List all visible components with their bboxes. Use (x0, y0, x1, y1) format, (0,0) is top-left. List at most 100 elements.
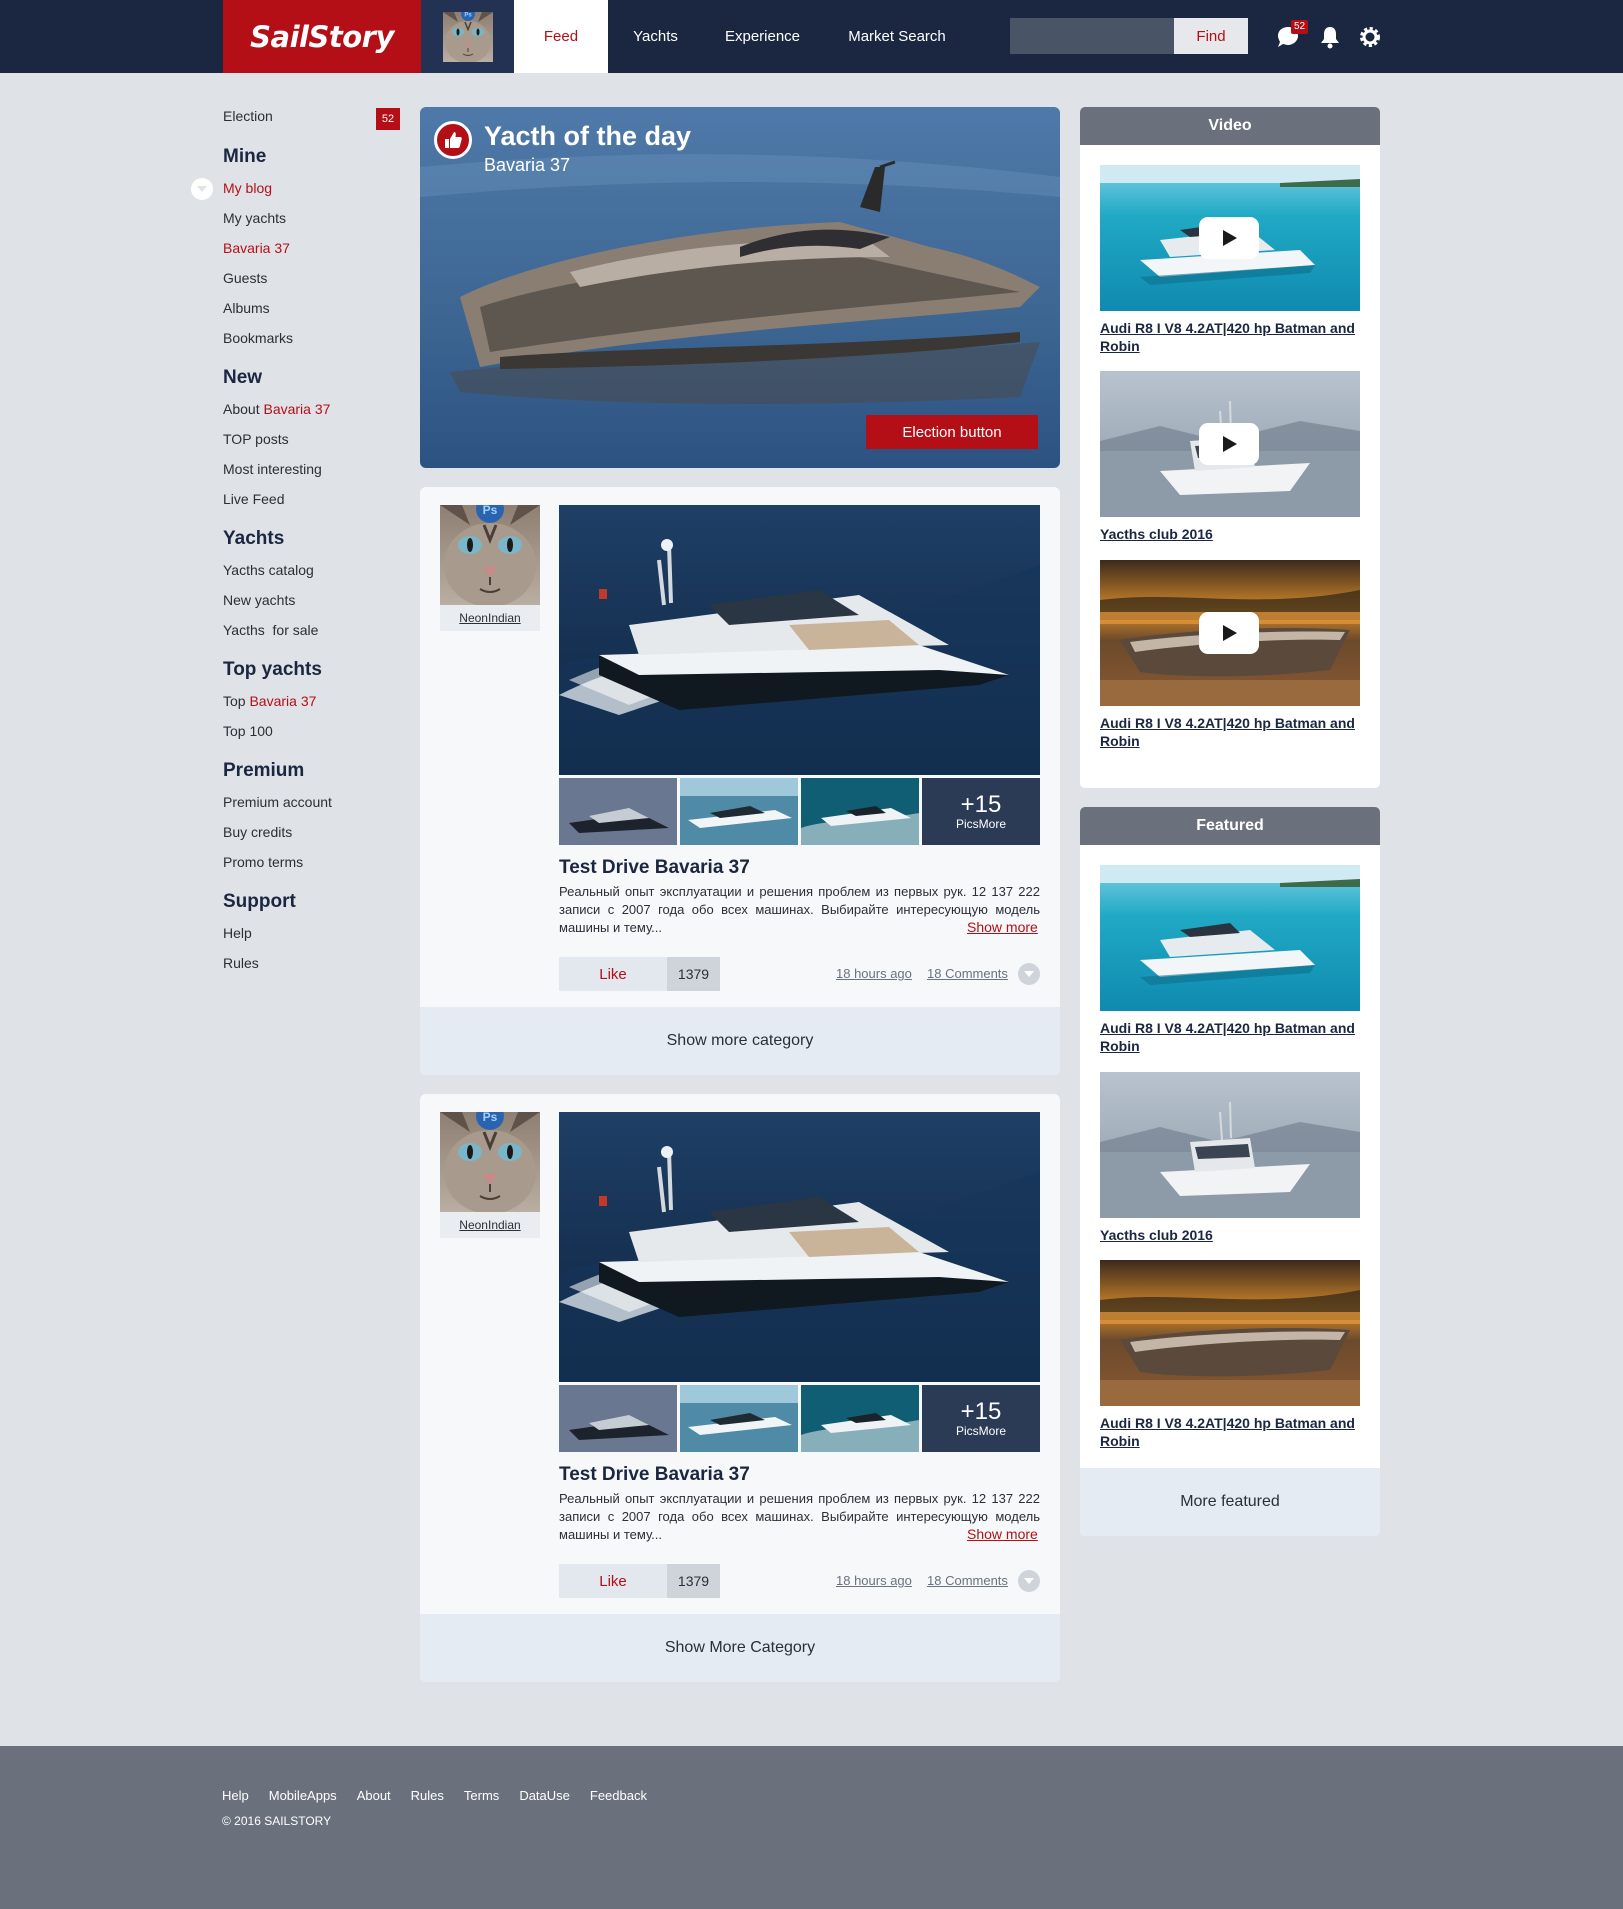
chevron-down-icon[interactable] (1018, 963, 1040, 985)
sidebar-item-top-100[interactable]: Top 100 (223, 716, 403, 746)
video-title[interactable]: Audi R8 I V8 4.2AT|420 hp Batman and Rob… (1100, 714, 1360, 750)
author-avatar[interactable] (440, 505, 540, 605)
featured-item[interactable]: Audi R8 I V8 4.2AT|420 hp Batman and Rob… (1100, 1260, 1360, 1450)
sidebar-item-top-bavaria[interactable]: Top Bavaria 37 (223, 686, 403, 716)
sidebar-item-new-yachts[interactable]: New yachts (223, 585, 403, 615)
post-title[interactable]: Test Drive Bavaria 37 (559, 1464, 750, 1486)
post-main-image[interactable] (559, 1112, 1040, 1382)
footer-link-mobileapps[interactable]: MobileApps (269, 1788, 337, 1803)
post-thumbnail[interactable] (680, 778, 798, 845)
more-pics-button[interactable]: +15 PicsMore (922, 1385, 1040, 1452)
sidebar-item-live-feed[interactable]: Live Feed (223, 484, 403, 514)
sidebar-item-help[interactable]: Help (223, 918, 403, 948)
chevron-down-icon[interactable] (1018, 1570, 1040, 1592)
post-thumbnail[interactable] (680, 1385, 798, 1452)
post-thumbnail[interactable] (801, 1385, 919, 1452)
sidebar-election-label[interactable]: Election (223, 108, 273, 124)
video-item[interactable]: Audi R8 I V8 4.2AT|420 hp Batman and Rob… (1100, 165, 1360, 355)
bell-icon[interactable] (1317, 24, 1343, 50)
footer-link-datause[interactable]: DataUse (519, 1788, 570, 1803)
like-button[interactable]: Like (559, 957, 667, 991)
sidebar-item-bookmarks[interactable]: Bookmarks (223, 323, 403, 353)
author-name[interactable]: NeonIndian (440, 1212, 540, 1238)
post-author[interactable]: NeonIndian (440, 1112, 540, 1238)
play-icon[interactable] (1199, 217, 1259, 259)
featured-item[interactable]: Yacths club 2016 (1100, 1072, 1360, 1244)
sidebar-item-bavaria[interactable]: Bavaria 37 (223, 233, 403, 263)
more-pics-button[interactable]: +15 PicsMore (922, 778, 1040, 845)
sidebar-item-premium-account[interactable]: Premium account (223, 787, 403, 817)
user-avatar[interactable] (421, 0, 514, 73)
featured-title[interactable]: Audi R8 I V8 4.2AT|420 hp Batman and Rob… (1100, 1414, 1360, 1450)
sidebar-item-yachts-catalog[interactable]: Yacths catalog (223, 555, 403, 585)
feed-post: NeonIndian +15 PicsMore Test Drive Bavar… (420, 1094, 1060, 1682)
featured-title[interactable]: Yacths club 2016 (1100, 1226, 1360, 1244)
nav-market-search[interactable]: Market Search (822, 0, 972, 73)
featured-title[interactable]: Audi R8 I V8 4.2AT|420 hp Batman and Rob… (1100, 1019, 1360, 1055)
play-icon[interactable] (1199, 612, 1259, 654)
post-comments-link[interactable]: 18 Comments (927, 1573, 1008, 1588)
footer-link-help[interactable]: Help (222, 1788, 249, 1803)
post-thumbnail[interactable] (559, 1385, 677, 1452)
post-main-image[interactable] (559, 505, 1040, 775)
sidebar-item-my-blog[interactable]: My blog (191, 173, 403, 203)
video-thumbnail[interactable] (1100, 371, 1360, 517)
video-title[interactable]: Audi R8 I V8 4.2AT|420 hp Batman and Rob… (1100, 319, 1360, 355)
sidebar-item-rules[interactable]: Rules (223, 948, 403, 978)
search-input[interactable] (1010, 18, 1174, 54)
like-count: 1379 (667, 1564, 720, 1598)
like-button[interactable]: Like (559, 1564, 667, 1598)
gear-icon[interactable] (1357, 24, 1383, 50)
sidebar-heading-premium: Premium (223, 760, 305, 781)
sidebar-item-top-posts[interactable]: TOP posts (223, 424, 403, 454)
post-comments-link[interactable]: 18 Comments (927, 966, 1008, 981)
post-thumbnail[interactable] (559, 778, 677, 845)
show-more-category[interactable]: Show More Category (420, 1614, 1060, 1682)
author-name[interactable]: NeonIndian (440, 605, 540, 631)
video-thumbnail[interactable] (1100, 165, 1360, 311)
sidebar-item-my-yachts[interactable]: My yachts (223, 203, 403, 233)
sidebar-item-promo-terms[interactable]: Promo terms (223, 847, 403, 877)
featured-thumbnail[interactable] (1100, 1072, 1360, 1218)
chevron-down-icon[interactable] (191, 178, 213, 200)
featured-thumbnail[interactable] (1100, 865, 1360, 1011)
nav-feed[interactable]: Feed (514, 0, 608, 73)
sidebar-election[interactable]: Election 52 (223, 108, 403, 140)
sidebar-item-about-bavaria[interactable]: About Bavaria 37 (223, 394, 403, 424)
sidebar-item-albums[interactable]: Albums (223, 293, 403, 323)
footer-link-about[interactable]: About (357, 1788, 391, 1803)
video-item[interactable]: Audi R8 I V8 4.2AT|420 hp Batman and Rob… (1100, 560, 1360, 750)
thumbs-up-icon[interactable] (434, 121, 472, 159)
video-title[interactable]: Yacths club 2016 (1100, 525, 1360, 543)
nav-experience[interactable]: Experience (703, 0, 822, 73)
sidebar-item-yachts-for-sale[interactable]: Yacths for sale (223, 615, 403, 645)
show-more-link[interactable]: Show more (967, 1526, 1038, 1542)
video-item[interactable]: Yacths club 2016 (1100, 371, 1360, 543)
post-author[interactable]: NeonIndian (440, 505, 540, 631)
video-thumbnail[interactable] (1100, 560, 1360, 706)
sidebar-item-guests[interactable]: Guests (223, 263, 403, 293)
find-button[interactable]: Find (1174, 18, 1248, 54)
post-time[interactable]: 18 hours ago (836, 1573, 912, 1588)
more-pics-label: PicsMore (955, 816, 1006, 831)
footer-link-terms[interactable]: Terms (464, 1788, 499, 1803)
election-button[interactable]: Election button (866, 415, 1038, 449)
show-more-link[interactable]: Show more (967, 919, 1038, 935)
logo[interactable]: SailStory (223, 0, 421, 73)
show-more-category[interactable]: Show more category (420, 1007, 1060, 1075)
featured-item[interactable]: Audi R8 I V8 4.2AT|420 hp Batman and Rob… (1100, 865, 1360, 1055)
more-featured-button[interactable]: More featured (1080, 1468, 1380, 1536)
featured-thumbnail[interactable] (1100, 1260, 1360, 1406)
post-thumbnail[interactable] (801, 778, 919, 845)
post-time[interactable]: 18 hours ago (836, 966, 912, 981)
footer-link-feedback[interactable]: Feedback (590, 1788, 647, 1803)
sidebar-item-most-interesting[interactable]: Most interesting (223, 454, 403, 484)
play-icon[interactable] (1199, 423, 1259, 465)
post-title[interactable]: Test Drive Bavaria 37 (559, 857, 750, 879)
nav-yachts[interactable]: Yachts (608, 0, 703, 73)
footer-link-rules[interactable]: Rules (411, 1788, 444, 1803)
author-avatar[interactable] (440, 1112, 540, 1212)
top-header: SailStory Feed Yachts Experience Market … (0, 0, 1623, 73)
sidebar-heading-mine: Mine (223, 146, 267, 167)
sidebar-item-buy-credits[interactable]: Buy credits (223, 817, 403, 847)
